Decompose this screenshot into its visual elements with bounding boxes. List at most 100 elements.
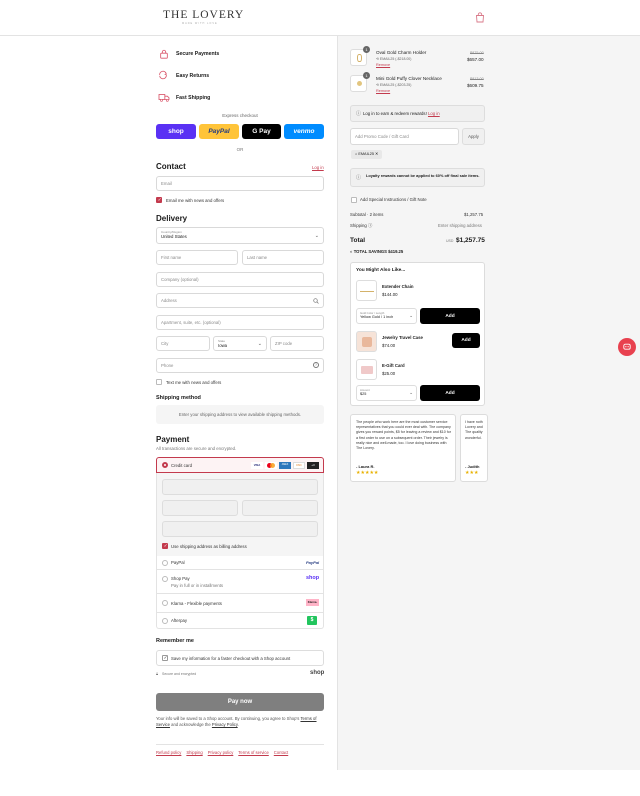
upsell-price: $74.00 [382, 343, 396, 348]
footer-link-terms[interactable]: Terms of service [238, 750, 268, 755]
klarna-option[interactable]: Klarna - Flexible payments Klarna. [156, 594, 324, 613]
upsell-name: Jewelry Travel Case [382, 335, 423, 340]
phone-field[interactable]: Phone ? [156, 358, 324, 373]
zip-field[interactable]: ZIP code [270, 336, 324, 351]
legal-and: and acknowledge the [171, 722, 211, 727]
text-news-checkbox[interactable] [156, 379, 162, 385]
credit-card-radio[interactable] [162, 462, 168, 468]
afterpay-option[interactable]: Afterpay $ [156, 613, 324, 629]
chevron-down-icon: ⌄ [314, 233, 319, 239]
shop-pay-radio[interactable] [162, 576, 168, 582]
currency-label: USD [446, 239, 454, 243]
card-number-field[interactable] [162, 479, 318, 495]
secure-encrypted-label: Secure and encrypted [162, 672, 197, 676]
city-field[interactable]: City [156, 336, 210, 351]
apply-button[interactable]: Apply [462, 128, 485, 145]
discover-icon: DISC [293, 462, 305, 469]
shop-pay-option[interactable]: Shop Pay Pay in full or in installments … [156, 570, 324, 594]
first-name-field[interactable]: First name [156, 250, 238, 265]
add-button[interactable]: Add [420, 308, 480, 324]
promo-code-field[interactable]: Add Promo Code / Gift Card [350, 128, 459, 145]
billing-same-checkbox[interactable] [162, 543, 168, 549]
country-select[interactable]: Country/Region United States ⌄ [156, 227, 324, 244]
subtotal-label: Subtotal · 2 items [350, 212, 384, 217]
review-stars: ★★★ [465, 470, 479, 476]
email-news-checkbox[interactable] [156, 197, 162, 203]
zip-placeholder: ZIP code [275, 341, 293, 346]
address-field[interactable]: Address [156, 293, 324, 308]
mastercard-icon [265, 462, 277, 469]
amount-select[interactable]: Amount $25 ⌄ [356, 385, 417, 401]
klarna-radio[interactable] [162, 600, 168, 606]
footer-link-refund[interactable]: Refund policy [156, 750, 181, 755]
google-pay-button[interactable]: G Pay [242, 124, 281, 139]
lock-icon: 🔒︎ [156, 672, 159, 676]
afterpay-radio[interactable] [162, 618, 168, 624]
state-select[interactable]: State Iowa ⌄ [213, 336, 267, 351]
chat-widget-button[interactable] [618, 338, 636, 356]
add-button[interactable]: Add [420, 385, 480, 401]
or-divider: OR [236, 147, 244, 152]
name-on-card-field[interactable] [162, 521, 318, 537]
expiry-field[interactable] [162, 500, 238, 516]
shopping-bag-icon[interactable] [475, 12, 485, 23]
company-placeholder: Company (optional) [161, 277, 199, 282]
login-link[interactable]: Log in [312, 165, 324, 170]
add-button[interactable]: Add [452, 333, 480, 348]
security-code-field[interactable] [242, 500, 318, 516]
item-old-price: $813.00 [470, 77, 484, 81]
rewards-login-link[interactable]: Log in [428, 111, 440, 116]
brand-logo[interactable]: THE LOVERY [163, 9, 244, 21]
payment-subtitle: All transactions are secure and encrypte… [156, 446, 237, 451]
help-icon[interactable]: ? [313, 362, 319, 368]
remove-tag-icon[interactable]: ✕ [375, 152, 378, 156]
billing-same-label: Use shipping address as billing address [171, 544, 247, 549]
total-value: $1,257.75 [456, 237, 485, 244]
save-info-label: Save my information for a faster checkou… [171, 656, 291, 661]
credit-card-option[interactable]: Credit card VISA AMEX DISC +3 [156, 457, 324, 473]
amount-value: $25 [360, 392, 367, 396]
header: THE LOVERY MADE WITH LOVE [0, 0, 640, 36]
footer-link-privacy[interactable]: Privacy policy [208, 750, 234, 755]
lock-icon [160, 49, 168, 59]
legal-text: Your info will be saved to a Shop accoun… [156, 716, 324, 728]
info-icon: ⓘ [356, 111, 362, 117]
legal-end: . [237, 722, 239, 727]
savings-icon: ◐ [350, 249, 353, 254]
afterpay-label: Afterpay [171, 618, 188, 623]
truck-icon [158, 94, 170, 102]
company-field[interactable]: Company (optional) [156, 272, 324, 287]
remove-item-link[interactable]: Remove [376, 89, 390, 93]
product-thumbnail [356, 280, 377, 301]
order-summary: 1 Oval Gold Charm Holder ⟲ EMAIL25 (-$21… [337, 36, 640, 770]
apartment-placeholder: Apartment, suite, etc. (optional) [161, 320, 221, 325]
product-thumbnail [356, 331, 377, 352]
trust-easy-returns: Easy Returns [176, 73, 210, 79]
paypal-radio[interactable] [162, 560, 168, 566]
delivery-title: Delivery [156, 214, 188, 223]
instructions-checkbox[interactable] [351, 197, 357, 203]
footer-link-contact[interactable]: Contact [274, 750, 288, 755]
help-icon[interactable]: ⓘ [368, 223, 372, 228]
amex-icon: AMEX [279, 462, 291, 469]
afterpay-logo: $ [307, 616, 317, 625]
email-placeholder: Email [161, 181, 172, 186]
pay-now-button[interactable]: Pay now [156, 693, 324, 711]
email-news-label: Email me with news and offers [166, 198, 225, 203]
variant-select[interactable]: Gold Color / Length Yellow Gold / 1 inch… [356, 308, 417, 324]
last-name-field[interactable]: Last name [242, 250, 324, 265]
footer-link-shipping[interactable]: Shipping [186, 750, 202, 755]
email-field[interactable]: Email [156, 176, 324, 191]
remove-item-link[interactable]: Remove [376, 63, 390, 67]
last-name-placeholder: Last name [247, 255, 268, 260]
shipping-value: Enter shipping address [438, 223, 482, 228]
privacy-policy-link[interactable]: Privacy Policy [212, 722, 238, 727]
apartment-field[interactable]: Apartment, suite, etc. (optional) [156, 315, 324, 330]
venmo-button[interactable]: venmo [284, 124, 324, 139]
shop-pay-button[interactable]: shop [156, 124, 196, 139]
save-info-checkbox[interactable]: ✓ [162, 655, 168, 661]
paypal-button[interactable]: PayPal [199, 124, 239, 139]
paypal-option[interactable]: PayPal PayPal [156, 556, 324, 570]
klarna-label: Klarna - Flexible payments [171, 601, 222, 606]
item-name: Mini Gold Puffy Clover Necklace [376, 76, 442, 81]
